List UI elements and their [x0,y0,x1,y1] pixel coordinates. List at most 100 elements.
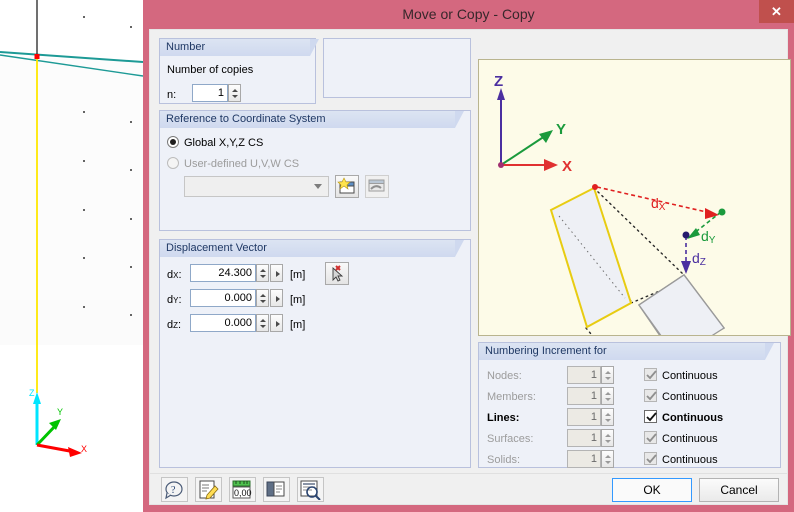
dy-input[interactable]: 0.000 [190,289,256,307]
dialog-body: Number Number of copies n: 1 Reference t… [149,29,791,505]
help-info-button[interactable]: ? [161,477,188,502]
number-of-copies-stepper[interactable] [228,84,241,102]
displacement-group-title: Displacement Vector [160,240,464,257]
dz-more-button[interactable] [270,314,283,332]
number-of-copies-label: Number of copies [167,64,254,76]
number-group-title: Number [160,39,319,56]
svg-text:X: X [81,444,87,454]
numbering-row-input-solids[interactable]: 1 [567,450,601,468]
units-ruler-icon: 0,00 [232,480,252,499]
edit-coordinate-system-button[interactable] [365,175,389,198]
numbering-increment-group: Numbering Increment for Nodes: 1 Continuou… [478,342,781,468]
svg-text:Z: Z [29,388,35,398]
numbering-row-stepper-members[interactable] [601,387,614,405]
preview-graphic: Z Y X dX dY dZ [478,59,791,428]
view-detail-search-button[interactable] [297,477,324,502]
numbering-row-label-lines: Lines: [487,412,520,424]
move-or-copy-dialog: Move or Copy - Copy ✕ Number Number of c… [143,0,794,512]
dx-arrow: dX [592,184,719,219]
copy-details-button[interactable] [263,477,290,502]
numbering-row-label-surfaces: Surfaces: [487,433,534,445]
numbering-row-input-nodes[interactable]: 1 [567,366,601,384]
numbering-row-stepper-lines[interactable] [601,408,614,426]
preview-axis-z-label: Z [494,73,503,90]
radio-user-defined-cs[interactable] [167,157,179,169]
screen: Z Y X Move or Copy - Copy ✕ Number Numbe… [0,0,794,512]
dx-unit: [m] [290,269,306,281]
numbering-row-continuous-checkbox-nodes[interactable] [644,368,657,381]
numbering-row-stepper-nodes[interactable] [601,366,614,384]
coordinate-system-select[interactable] [184,176,329,197]
close-icon[interactable]: ✕ [759,0,794,23]
dx-stepper[interactable] [256,264,269,282]
help-info-icon: ? [165,481,183,500]
dy-label: dY: [167,294,182,306]
edit-note-button[interactable] [195,477,222,502]
numbering-row-stepper-surfaces[interactable] [601,429,614,447]
displacement-vector-group: Displacement Vector dX: 24.300 [m] dY: 0… [159,239,471,468]
pick-point-button[interactable] [325,262,349,285]
dx-more-button[interactable] [270,264,283,282]
svg-text:Y: Y [57,407,63,417]
dx-arrow-label: dX [651,195,666,213]
new-coordinate-system-button[interactable] [335,175,359,198]
dz-arrow-label: dZ [692,250,706,268]
dialog-title: Move or Copy - Copy [402,6,535,22]
viewport-axis-triad [33,392,82,457]
radio-user-defined-cs-label: User-defined U,V,W CS [184,158,300,170]
numbering-row-continuous-label-members: Continuous [662,391,718,403]
dz-input[interactable]: 0.000 [190,314,256,332]
numbering-row-continuous-label-lines: Continuous [662,412,724,424]
preview-canvas: Z Y X dX dY dZ [494,73,726,428]
cancel-button[interactable]: Cancel [699,478,779,502]
dx-input[interactable]: 24.300 [190,264,256,282]
chevron-down-icon [314,184,322,189]
dy-stepper[interactable] [256,289,269,307]
numbering-row-input-members[interactable]: 1 [567,387,601,405]
source-surface [549,186,633,329]
dx-label: dX: [167,269,182,281]
copy-details-icon [266,481,285,497]
numbering-group-title: Numbering Increment for [479,343,774,360]
edit-coordinate-system-icon [368,179,385,192]
reference-coordinate-system-group: Reference to Coordinate System Global X,… [159,110,471,231]
edit-note-icon [199,480,219,500]
view-detail-search-icon [300,480,321,500]
numbering-row-label-nodes: Nodes: [487,370,522,382]
numbering-row-label-members: Members: [487,391,536,403]
preview-axis-x-label: X [562,158,572,175]
dy-arrow-label: dY [701,228,716,246]
preview-axis-y-label: Y [556,121,566,138]
empty-panel [323,38,471,98]
pick-point-icon [332,265,344,282]
dz-stepper[interactable] [256,314,269,332]
n-label: n: [167,89,177,101]
dz-unit: [m] [290,319,306,331]
numbering-row-input-surfaces[interactable]: 1 [567,429,601,447]
numbering-row-continuous-label-surfaces: Continuous [662,433,718,445]
number-of-copies-input[interactable]: 1 [192,84,228,102]
toolbar-divider [150,473,787,474]
numbering-row-continuous-checkbox-members[interactable] [644,389,657,402]
numbering-row-continuous-checkbox-solids[interactable] [644,452,657,465]
dy-more-button[interactable] [270,289,283,307]
numbering-row-label-solids: Solids: [487,454,521,466]
svg-text:0,00: 0,00 [234,488,252,498]
radio-global-cs[interactable] [167,136,179,148]
dy-unit: [m] [290,294,306,306]
preview-axis-triad: Z Y X [494,73,572,175]
radio-global-cs-label: Global X,Y,Z CS [184,137,264,149]
units-ruler-button[interactable]: 0,00 [229,477,256,502]
new-coordinate-system-icon [337,177,355,194]
ok-button[interactable]: OK [612,478,692,502]
numbering-row-input-lines[interactable]: 1 [567,408,601,426]
dialog-titlebar[interactable]: Move or Copy - Copy ✕ [143,0,794,29]
numbering-row-continuous-checkbox-surfaces[interactable] [644,431,657,444]
numbering-row-continuous-label-solids: Continuous [662,454,718,466]
svg-text:?: ? [171,485,176,496]
numbering-row-continuous-label-nodes: Continuous [662,370,718,382]
target-surface-body [638,274,725,359]
numbering-row-stepper-solids[interactable] [601,450,614,468]
reference-group-title: Reference to Coordinate System [160,111,464,128]
numbering-row-continuous-checkbox-lines[interactable] [644,410,657,423]
